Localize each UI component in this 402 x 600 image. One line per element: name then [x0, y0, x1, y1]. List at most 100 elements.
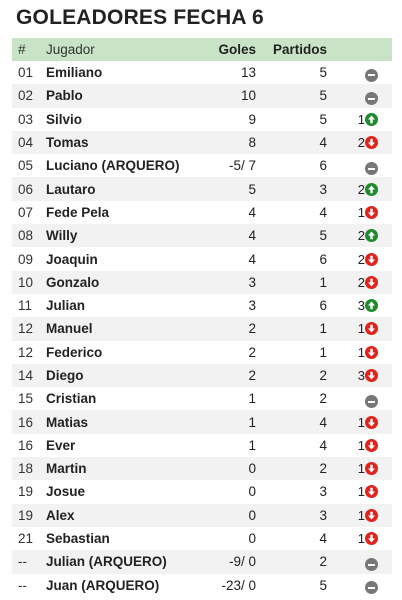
table-row: 08 Willy 4 5 2 [12, 224, 392, 248]
player-name-cell: Emiliano [46, 65, 103, 81]
table-row: 02 Pablo 10 5 [12, 84, 392, 108]
table-row: 06 Lautaro 5 3 2 [12, 177, 392, 201]
trend-indicator: 2 [358, 182, 378, 197]
table-row: 15 Cristian 1 2 [12, 387, 392, 410]
player-name-cell: Tomas [46, 135, 89, 151]
trend-change: 2 [357, 251, 365, 267]
arrow-down-icon [365, 485, 378, 499]
trend-change: 2 [357, 274, 365, 290]
position-cell: 16 [18, 414, 34, 430]
trend-indicator: 1 [358, 531, 378, 546]
player-name-cell: Josue [46, 484, 86, 500]
arrow-up-icon [365, 182, 378, 196]
position-cell: 12 [18, 321, 34, 337]
table-header-row: # Jugador Goles Partidos [12, 38, 392, 61]
goals-cell: 0 [248, 507, 256, 523]
goals-cell: 9 [248, 111, 256, 127]
player-name-cell: Diego [46, 368, 84, 383]
player-name-cell: Sebastian [46, 531, 110, 547]
goals-cell: 4 [248, 228, 256, 244]
position-cell: 04 [18, 135, 34, 151]
trend-change: 3 [357, 368, 365, 383]
matches-cell: 5 [319, 88, 327, 104]
trend-cell: 1 [331, 201, 392, 224]
table-row: 16 Matias 1 4 1 [12, 410, 392, 434]
trend-cell: 1 [331, 434, 392, 457]
goals-cell: 13 [240, 65, 256, 81]
matches-cell: 4 [319, 414, 327, 430]
table-row: 11 Julian 3 6 3 [12, 294, 392, 317]
player-name-cell: Gonzalo [46, 274, 100, 290]
position-cell: 10 [18, 274, 34, 290]
goals-cell: 1 [248, 391, 256, 407]
matches-cell: 5 [319, 577, 327, 593]
trend-cell: 3 [331, 364, 392, 387]
table-row: 14 Diego 2 2 3 [12, 363, 392, 388]
trend-indicator [365, 92, 378, 106]
player-name-cell: Fede Pela [46, 204, 110, 220]
table-row: -- Juan (ARQUERO) -23/ 0 5 [12, 574, 392, 597]
trend-change: 1 [357, 437, 365, 453]
goals-cell: -9/ 0 [228, 554, 256, 570]
matches-cell: 3 [319, 484, 327, 500]
trend-cell: 2 [331, 224, 392, 247]
matches-cell: 5 [319, 65, 327, 81]
table-row: -- Julian (ARQUERO) -9/ 0 2 [12, 550, 392, 574]
matches-cell: 3 [319, 181, 327, 197]
trend-change: 1 [357, 484, 365, 500]
table-row: 09 Joaquin 4 6 2 [12, 247, 392, 270]
position-cell: 18 [18, 461, 34, 477]
trend-cell: 1 [331, 504, 392, 527]
goals-cell: 10 [240, 88, 256, 104]
trend-cell [331, 550, 392, 573]
minus-circle-icon [365, 162, 378, 176]
arrow-down-icon [365, 322, 378, 336]
player-name-cell: Willy [46, 228, 78, 244]
trend-cell: 1 [331, 457, 392, 480]
goals-cell: 3 [248, 274, 256, 290]
matches-cell: 1 [319, 321, 327, 337]
table-row: 04 Tomas 8 4 2 [12, 130, 392, 155]
goals-cell: 0 [248, 461, 256, 477]
goals-cell: 4 [248, 251, 256, 267]
player-name-cell: Juan (ARQUERO) [46, 577, 160, 593]
trend-indicator: 1 [358, 461, 378, 476]
player-name-cell: Alex [46, 507, 75, 523]
player-name-cell: Matias [46, 414, 89, 430]
trend-cell: 1 [331, 317, 392, 340]
table-row: 12 Federico 2 1 1 [12, 341, 392, 364]
trend-change: 2 [357, 228, 365, 244]
goals-cell: -23/ 0 [221, 577, 256, 593]
player-name-cell: Julian [46, 298, 86, 314]
player-name-cell: Pablo [46, 88, 83, 104]
minus-circle-icon [365, 395, 378, 409]
table-row: 05 Luciano (ARQUERO) -5/ 7 6 [12, 154, 392, 177]
table-row: 12 Manuel 2 1 1 [12, 317, 392, 341]
trend-indicator: 1 [358, 112, 378, 127]
trend-indicator [365, 558, 378, 572]
position-cell: -- [18, 554, 27, 570]
page-title: GOLEADORES FECHA 6 [16, 6, 264, 29]
matches-cell: 6 [319, 298, 327, 314]
trend-change: 1 [357, 344, 365, 360]
matches-cell: 1 [319, 344, 327, 360]
trend-cell: 1 [331, 480, 392, 503]
position-cell: 19 [18, 484, 34, 500]
trend-indicator: 1 [358, 484, 378, 499]
arrow-down-icon [365, 369, 378, 382]
minus-circle-icon [365, 558, 378, 572]
trend-indicator [365, 581, 378, 595]
trend-cell [331, 154, 392, 177]
player-name-cell: Lautaro [46, 181, 96, 197]
trend-cell: 2 [331, 247, 392, 270]
trend-indicator: 1 [358, 345, 378, 360]
header-player: Jugador [46, 42, 95, 57]
matches-cell: 6 [319, 158, 327, 174]
trend-cell: 1 [331, 108, 392, 131]
header-num: # [18, 42, 26, 57]
table-row: 10 Gonzalo 3 1 2 [12, 270, 392, 294]
player-name-cell: Joaquin [46, 251, 98, 267]
position-cell: 07 [18, 204, 34, 220]
matches-cell: 2 [319, 554, 327, 570]
position-cell: -- [18, 577, 27, 593]
